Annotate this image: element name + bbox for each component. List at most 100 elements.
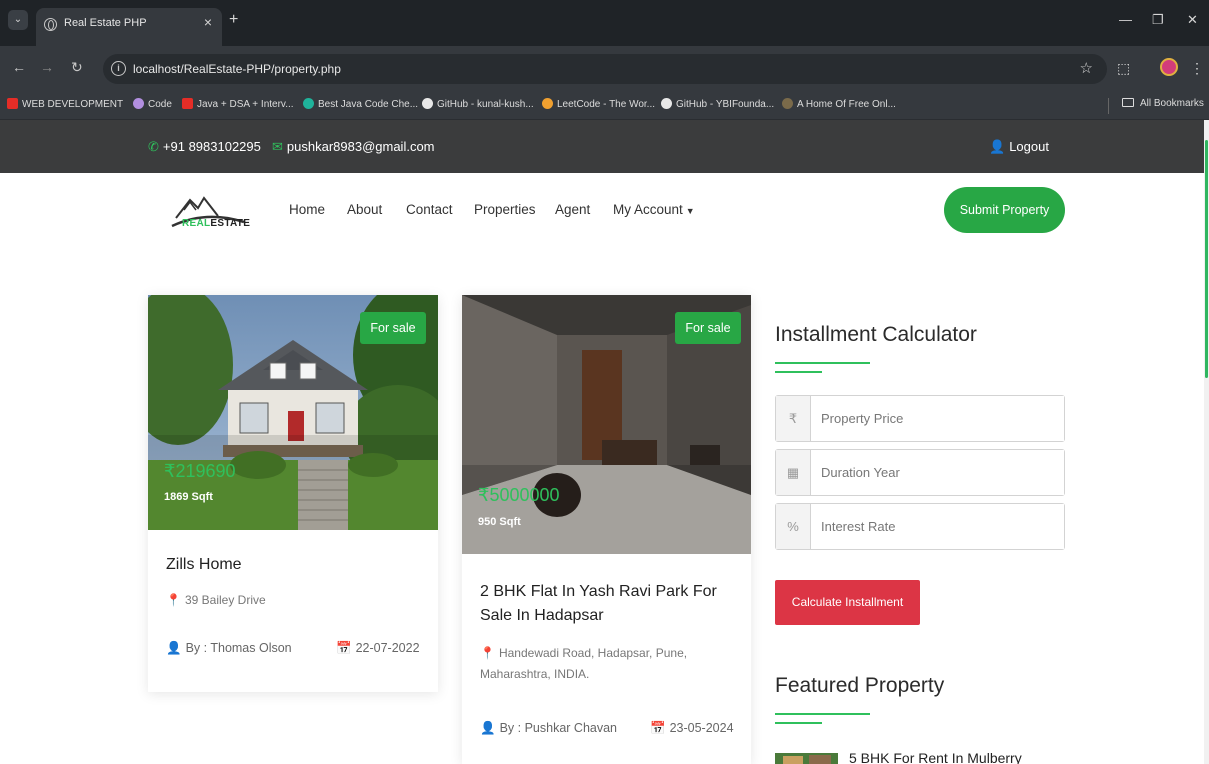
- percent-icon: %: [776, 504, 810, 549]
- bookmark-item[interactable]: WEB DEVELOPMENT: [7, 98, 123, 110]
- bookmarks-bar: WEB DEVELOPMENT Code Java + DSA + Interv…: [0, 92, 1209, 120]
- featured-photo: [775, 753, 838, 764]
- window-close-icon[interactable]: ✕: [1187, 12, 1198, 28]
- property-card[interactable]: For sale ₹5000000 950 Sqft 2 BHK Flat In…: [462, 295, 751, 764]
- nav-my-account[interactable]: My Account ▼: [613, 202, 695, 217]
- submit-property-button[interactable]: Submit Property: [944, 187, 1065, 233]
- contact-topbar: ✆ +91 8983102295 ✉ pushkar8983@gmail.com 👤…: [0, 120, 1209, 173]
- user-icon: 👤: [989, 139, 1006, 154]
- nav-agent[interactable]: Agent: [555, 202, 590, 217]
- heading-underline: [775, 713, 870, 715]
- bookmark-item[interactable]: LeetCode - The Wor...: [542, 98, 655, 110]
- github-icon: [422, 98, 433, 109]
- youtube-icon: [182, 98, 193, 109]
- browser-tab[interactable]: Real Estate PHP ×: [36, 8, 222, 46]
- user-icon: 👤: [166, 641, 182, 655]
- featured-property-thumbnail[interactable]: [775, 752, 838, 764]
- caret-down-icon: ▼: [685, 206, 695, 216]
- browser-tab-strip: ⌄ Real Estate PHP × + — ❐ ✕: [0, 0, 1209, 46]
- page-scrollbar[interactable]: [1204, 120, 1209, 764]
- leetcode-icon: [542, 98, 553, 109]
- nav-contact[interactable]: Contact: [406, 202, 453, 217]
- calendar-icon: 📅: [650, 721, 666, 735]
- restore-icon[interactable]: ❐: [1152, 12, 1164, 28]
- bookmark-item[interactable]: Java + DSA + Interv...: [182, 98, 294, 110]
- map-pin-icon: 📍: [480, 646, 495, 660]
- envelope-icon: ✉: [272, 139, 283, 154]
- featured-heading: Featured Property: [775, 674, 945, 697]
- menu-kebab-icon[interactable]: ⋮: [1190, 60, 1204, 77]
- heading-underline: [775, 362, 870, 364]
- code-site-icon: [133, 98, 144, 109]
- profile-avatar[interactable]: [1160, 58, 1178, 76]
- extensions-icon[interactable]: ⬚: [1117, 60, 1130, 77]
- forward-icon[interactable]: →: [40, 59, 54, 75]
- calendar-icon: ▦: [776, 450, 810, 495]
- folder-icon: [1122, 98, 1134, 107]
- nav-about[interactable]: About: [347, 202, 382, 217]
- new-tab-button[interactable]: +: [229, 11, 238, 29]
- phone-contact[interactable]: ✆ +91 8983102295: [148, 139, 261, 155]
- property-image[interactable]: For sale ₹5000000 950 Sqft: [462, 295, 751, 554]
- browser-toolbar: ← → ↻ i localhost/RealEstate-PHP/propert…: [0, 46, 1209, 92]
- property-price-input[interactable]: [810, 396, 1064, 441]
- minimize-icon[interactable]: —: [1119, 12, 1132, 27]
- bookmark-item[interactable]: Best Java Code Che...: [303, 98, 418, 110]
- heading-underline: [775, 371, 822, 373]
- bookmark-item[interactable]: GitHub - kunal-kush...: [422, 98, 534, 110]
- property-date: 📅 23-05-2024: [650, 721, 734, 735]
- property-card[interactable]: For sale ₹219690 1869 Sqft Zills Home 📍 3…: [148, 295, 438, 692]
- bookmarks-divider: [1108, 98, 1109, 114]
- duration-field: ▦: [775, 449, 1065, 496]
- globe-icon: [44, 18, 57, 31]
- url-text: localhost/RealEstate-PHP/property.php: [133, 62, 341, 76]
- calendar-icon: 📅: [336, 641, 352, 655]
- property-area: 1869 Sqft: [164, 491, 213, 503]
- for-sale-badge: For sale: [360, 312, 426, 344]
- calculate-installment-button[interactable]: Calculate Installment: [775, 580, 920, 625]
- logout-link[interactable]: 👤 Logout: [989, 139, 1049, 155]
- bookmark-item[interactable]: GitHub - YBIFounda...: [661, 98, 774, 110]
- property-price: ₹5000000: [478, 485, 560, 505]
- github-icon: [661, 98, 672, 109]
- featured-property-title[interactable]: 5 BHK For Rent In Mulberry: [849, 750, 1022, 764]
- tab-title: Real Estate PHP: [64, 17, 147, 29]
- property-image[interactable]: For sale ₹219690 1869 Sqft: [148, 295, 438, 530]
- site-info-icon[interactable]: i: [111, 61, 126, 76]
- map-pin-icon: 📍: [166, 593, 181, 607]
- property-price: ₹219690: [164, 461, 236, 481]
- heading-underline: [775, 722, 822, 724]
- book-site-icon: [782, 98, 793, 109]
- logo-text: REALESTATE: [182, 218, 251, 229]
- property-agent: 👤 By : Pushkar Chavan: [480, 721, 617, 735]
- phone-icon: ✆: [148, 139, 159, 154]
- bookmark-star-icon[interactable]: ☆: [1080, 59, 1093, 77]
- nav-home[interactable]: Home: [289, 202, 325, 217]
- bookmark-item[interactable]: Code: [133, 98, 172, 110]
- property-title[interactable]: Zills Home: [166, 553, 242, 577]
- property-agent: 👤 By : Thomas Olson: [166, 641, 292, 655]
- scrollbar-thumb[interactable]: [1205, 140, 1208, 378]
- for-sale-badge: For sale: [675, 312, 741, 344]
- interest-field: %: [775, 503, 1065, 550]
- all-bookmarks-button[interactable]: All Bookmarks: [1122, 98, 1204, 109]
- duration-year-input[interactable]: [810, 450, 1064, 495]
- property-price-field: ₹: [775, 395, 1065, 442]
- tab-search-chevron-icon[interactable]: ⌄: [8, 10, 28, 30]
- email-contact[interactable]: ✉ pushkar8983@gmail.com: [272, 139, 435, 155]
- back-icon[interactable]: ←: [12, 59, 26, 75]
- property-date: 📅 22-07-2022: [336, 641, 420, 655]
- reload-icon[interactable]: ↻: [71, 59, 83, 76]
- youtube-icon: [7, 98, 18, 109]
- bookmark-item[interactable]: A Home Of Free Onl...: [782, 98, 896, 110]
- nav-properties[interactable]: Properties: [474, 202, 536, 217]
- rupee-icon: ₹: [776, 396, 810, 441]
- java-site-icon: [303, 98, 314, 109]
- property-title[interactable]: 2 BHK Flat In Yash Ravi Park For Sale In…: [480, 580, 740, 628]
- site-logo[interactable]: REALESTATE: [166, 188, 256, 236]
- calculator-heading: Installment Calculator: [775, 323, 977, 346]
- interest-rate-input[interactable]: [810, 504, 1064, 549]
- address-bar[interactable]: i localhost/RealEstate-PHP/property.php …: [103, 54, 1107, 84]
- property-address: 📍 39 Bailey Drive: [166, 593, 266, 607]
- tab-close-icon[interactable]: ×: [204, 14, 212, 30]
